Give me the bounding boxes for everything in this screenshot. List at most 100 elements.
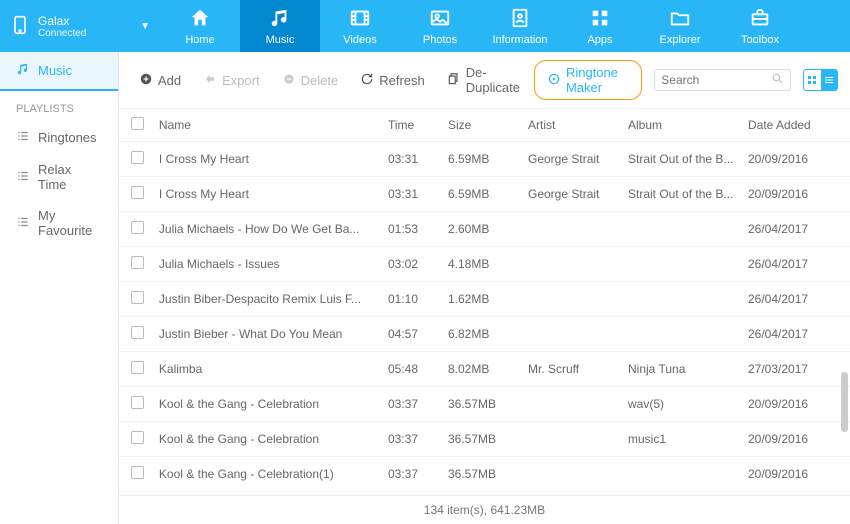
table-row[interactable]: Kool & the Gang - Celebration(1)03:3736.… [119, 457, 850, 492]
table-row[interactable]: I Cross My Heart03:316.59MBGeorge Strait… [119, 142, 850, 177]
cell-name: I Cross My Heart [159, 152, 388, 166]
sidebar-item-ringtones[interactable]: Ringtones [0, 121, 118, 154]
sidebar-item-relax[interactable]: Relax Time [0, 154, 118, 200]
cell-size: 2.60MB [448, 222, 528, 236]
duplicate-icon [447, 72, 461, 89]
sidebar-section: PLAYLISTS [0, 91, 118, 121]
row-checkbox[interactable] [131, 431, 144, 444]
table-row[interactable]: I Cross My Heart03:316.59MBGeorge Strait… [119, 177, 850, 212]
list-icon [16, 169, 30, 186]
table-header: Name Time Size Artist Album Date Added [119, 109, 850, 142]
cell-name: Julia Michaels - How Do We Get Ba... [159, 222, 388, 236]
cell-artist: Mr. Scruff [528, 362, 628, 376]
export-button[interactable]: Export [195, 68, 268, 93]
toolbox-icon [749, 7, 771, 32]
header-time[interactable]: Time [388, 118, 448, 132]
deduplicate-button[interactable]: De-Duplicate [439, 61, 528, 99]
grid-view-button[interactable] [804, 70, 820, 90]
apps-icon [589, 7, 611, 32]
plus-icon [139, 72, 153, 89]
cell-date: 20/09/2016 [748, 152, 838, 166]
photo-icon [429, 7, 451, 32]
table-row[interactable]: Kool & the Gang - Celebration(2)03:3736.… [119, 492, 850, 495]
folder-icon [669, 7, 691, 32]
header-size[interactable]: Size [448, 118, 528, 132]
cell-date: 26/04/2017 [748, 292, 838, 306]
cell-name: Kool & the Gang - Celebration [159, 397, 388, 411]
delete-button[interactable]: Delete [274, 68, 347, 93]
device-status: Connected [38, 28, 132, 39]
video-icon [349, 7, 371, 32]
table-row[interactable]: Kalimba05:488.02MBMr. ScruffNinja Tuna27… [119, 352, 850, 387]
row-checkbox[interactable] [131, 361, 144, 374]
nav-videos[interactable]: Videos [320, 0, 400, 52]
search-icon [771, 72, 784, 88]
row-checkbox[interactable] [131, 256, 144, 269]
scrollbar-thumb[interactable] [841, 372, 848, 432]
chevron-down-icon: ▼ [140, 21, 150, 32]
table-row[interactable]: Kool & the Gang - Celebration03:3736.57M… [119, 387, 850, 422]
cell-artist: George Strait [528, 187, 628, 201]
cell-name: Kool & the Gang - Celebration(1) [159, 467, 388, 481]
cell-date: 20/09/2016 [748, 432, 838, 446]
cell-size: 1.62MB [448, 292, 528, 306]
nav-photos[interactable]: Photos [400, 0, 480, 52]
cell-name: Julia Michaels - Issues [159, 257, 388, 271]
table-row[interactable]: Justin Biber-Despacito Remix Luis F...01… [119, 282, 850, 317]
nav-information[interactable]: Information [480, 0, 560, 52]
nav-music[interactable]: Music [240, 0, 320, 52]
header-name[interactable]: Name [159, 118, 388, 132]
nav-home[interactable]: Home [160, 0, 240, 52]
row-checkbox[interactable] [131, 151, 144, 164]
row-checkbox[interactable] [131, 291, 144, 304]
refresh-button[interactable]: Refresh [352, 68, 433, 93]
header-date[interactable]: Date Added [748, 118, 838, 132]
sidebar-tab-music[interactable]: Music [0, 52, 118, 91]
export-icon [203, 72, 217, 89]
table-row[interactable]: Justin Bieber - What Do You Mean04:576.8… [119, 317, 850, 352]
cell-date: 26/04/2017 [748, 327, 838, 341]
device-selector[interactable]: Galax Connected ▼ [0, 12, 160, 41]
cell-size: 36.57MB [448, 432, 528, 446]
row-checkbox[interactable] [131, 396, 144, 409]
list-view-button[interactable] [821, 70, 837, 90]
row-checkbox[interactable] [131, 326, 144, 339]
cell-size: 8.02MB [448, 362, 528, 376]
search-input[interactable] [661, 73, 771, 87]
ringtone-icon [547, 72, 561, 89]
cell-time: 05:48 [388, 362, 448, 376]
nav: Home Music Videos Photos Information App… [160, 0, 800, 52]
table-body[interactable]: I Cross My Heart03:316.59MBGeorge Strait… [119, 142, 850, 495]
nav-toolbox[interactable]: Toolbox [720, 0, 800, 52]
ringtone-maker-button[interactable]: Ringtone Maker [534, 60, 642, 100]
table-row[interactable]: Julia Michaels - Issues03:024.18MB26/04/… [119, 247, 850, 282]
cell-name: Kool & the Gang - Celebration [159, 432, 388, 446]
table-row[interactable]: Kool & the Gang - Celebration03:3736.57M… [119, 422, 850, 457]
header-album[interactable]: Album [628, 118, 748, 132]
select-all-checkbox[interactable] [131, 117, 144, 130]
header-artist[interactable]: Artist [528, 118, 628, 132]
nav-apps[interactable]: Apps [560, 0, 640, 52]
list-icon [16, 129, 30, 146]
row-checkbox[interactable] [131, 466, 144, 479]
delete-icon [282, 72, 296, 89]
nav-explorer[interactable]: Explorer [640, 0, 720, 52]
row-checkbox[interactable] [131, 221, 144, 234]
toolbar: Add Export Delete Refresh De-Duplicate R… [119, 52, 850, 109]
search-box[interactable] [654, 69, 791, 91]
table-row[interactable]: Julia Michaels - How Do We Get Ba...01:5… [119, 212, 850, 247]
add-button[interactable]: Add [131, 68, 189, 93]
cell-size: 6.59MB [448, 187, 528, 201]
cell-time: 03:31 [388, 152, 448, 166]
cell-size: 6.82MB [448, 327, 528, 341]
cell-name: I Cross My Heart [159, 187, 388, 201]
topbar: Galax Connected ▼ Home Music Videos Phot… [0, 0, 850, 52]
phone-icon [10, 12, 30, 41]
status-bar: 134 item(s), 641.23MB [119, 495, 850, 524]
cell-time: 04:57 [388, 327, 448, 341]
cell-name: Kalimba [159, 362, 388, 376]
cell-time: 01:10 [388, 292, 448, 306]
sidebar-item-favourite[interactable]: My Favourite [0, 200, 118, 246]
view-toggle [803, 69, 838, 91]
row-checkbox[interactable] [131, 186, 144, 199]
